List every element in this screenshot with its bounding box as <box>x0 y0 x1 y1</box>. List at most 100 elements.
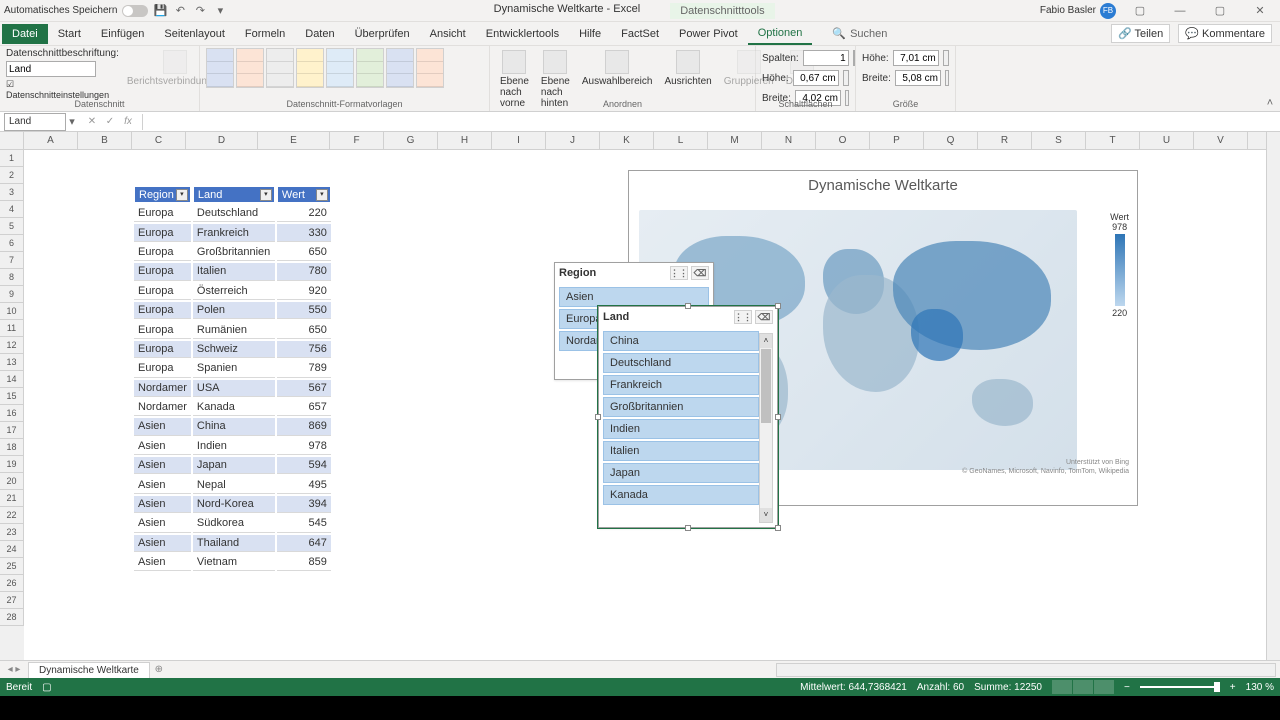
vertical-scrollbar[interactable] <box>1266 132 1280 660</box>
column-header[interactable]: M <box>708 132 762 149</box>
row-header[interactable]: 8 <box>0 269 24 286</box>
table-row[interactable]: EuropaSpanien789 <box>134 360 331 377</box>
table-row[interactable]: AsienChina869 <box>134 418 331 435</box>
user-account[interactable]: Fabio Basler FB <box>1040 3 1116 19</box>
column-header[interactable]: K <box>600 132 654 149</box>
cells-area[interactable]: Region▾ Land▾ Wert▾ EuropaDeutschland220… <box>24 150 1280 660</box>
clear-filter-icon[interactable]: ⌫ <box>691 266 709 280</box>
macro-record-icon[interactable]: ▢ <box>42 682 51 693</box>
tab-help[interactable]: Hilfe <box>569 24 611 44</box>
row-header[interactable]: 11 <box>0 320 24 337</box>
tab-factset[interactable]: FactSet <box>611 24 669 44</box>
slicer-scrollbar[interactable]: ˄ ˅ <box>759 333 773 523</box>
row-header[interactable]: 28 <box>0 609 24 626</box>
table-row[interactable]: EuropaRumänien650 <box>134 321 331 338</box>
toggle-switch[interactable] <box>122 5 148 17</box>
page-layout-view-icon[interactable] <box>1073 680 1093 694</box>
filter-icon[interactable]: ▾ <box>260 189 272 201</box>
table-row[interactable]: EuropaÖsterreich920 <box>134 283 331 300</box>
row-header[interactable]: 23 <box>0 524 24 541</box>
enter-formula-icon[interactable]: ✓ <box>102 114 118 130</box>
table-row[interactable]: EuropaItalien780 <box>134 263 331 280</box>
row-header[interactable]: 22 <box>0 507 24 524</box>
slicer-item[interactable]: China <box>603 331 759 351</box>
table-row[interactable]: AsienJapan594 <box>134 457 331 474</box>
row-header[interactable]: 5 <box>0 218 24 235</box>
tab-view[interactable]: Ansicht <box>420 24 476 44</box>
column-header[interactable]: H <box>438 132 492 149</box>
table-row[interactable]: AsienNepal495 <box>134 476 331 493</box>
column-header[interactable]: U <box>1140 132 1194 149</box>
qat-dropdown-icon[interactable]: ▾ <box>212 3 228 19</box>
tab-file[interactable]: Datei <box>2 24 48 44</box>
redo-icon[interactable]: ↷ <box>192 3 208 19</box>
tab-formulas[interactable]: Formeln <box>235 24 295 44</box>
button-height-input[interactable] <box>793 70 839 86</box>
slicer-item[interactable]: Kanada <box>603 485 759 505</box>
column-header[interactable]: J <box>546 132 600 149</box>
formula-bar[interactable] <box>142 114 1280 130</box>
table-row[interactable]: AsienSüdkorea545 <box>134 515 331 532</box>
page-break-view-icon[interactable] <box>1094 680 1114 694</box>
column-header[interactable]: T <box>1086 132 1140 149</box>
search-box[interactable]: 🔍 Suchen <box>832 27 887 40</box>
column-header[interactable]: P <box>870 132 924 149</box>
worksheet-grid[interactable]: ABCDEFGHIJKLMNOPQRSTUV 12345678910111213… <box>0 132 1280 660</box>
undo-icon[interactable]: ↶ <box>172 3 188 19</box>
spinner[interactable] <box>853 50 855 66</box>
slicer-land[interactable]: Land ⋮⋮ ⌫ ChinaDeutschlandFrankreichGroß… <box>598 306 778 528</box>
column-header[interactable]: L <box>654 132 708 149</box>
row-header[interactable]: 21 <box>0 490 24 507</box>
close-icon[interactable]: ✕ <box>1244 1 1276 21</box>
zoom-in-icon[interactable]: + <box>1230 682 1236 693</box>
table-row[interactable]: EuropaFrankreich330 <box>134 224 331 241</box>
column-header[interactable]: N <box>762 132 816 149</box>
tab-powerpivot[interactable]: Power Pivot <box>669 24 748 44</box>
column-header[interactable]: E <box>258 132 330 149</box>
row-header[interactable]: 4 <box>0 201 24 218</box>
row-header[interactable]: 15 <box>0 388 24 405</box>
tab-developer[interactable]: Entwicklertools <box>476 24 569 44</box>
height-input[interactable] <box>893 50 939 66</box>
select-all-corner[interactable] <box>0 132 24 149</box>
sheet-nav[interactable]: ◂ ▸ <box>0 664 28 675</box>
row-header[interactable]: 24 <box>0 541 24 558</box>
column-header[interactable]: S <box>1032 132 1086 149</box>
share-button[interactable]: 🔗 Teilen <box>1111 24 1170 43</box>
view-buttons[interactable] <box>1052 680 1114 694</box>
ribbon-display-icon[interactable]: ▢ <box>1124 1 1156 21</box>
column-header[interactable]: Q <box>924 132 978 149</box>
tab-review[interactable]: Überprüfen <box>345 24 420 44</box>
add-sheet-icon[interactable]: ⊕ <box>150 664 168 675</box>
column-header[interactable]: D <box>186 132 258 149</box>
column-header[interactable]: B <box>78 132 132 149</box>
th-land[interactable]: Land▾ <box>193 186 275 203</box>
width-input[interactable] <box>895 70 941 86</box>
slicer-item[interactable]: Frankreich <box>603 375 759 395</box>
row-header[interactable]: 9 <box>0 286 24 303</box>
multiselect-icon[interactable]: ⋮⋮ <box>670 266 688 280</box>
spinner[interactable] <box>943 50 949 66</box>
row-header[interactable]: 25 <box>0 558 24 575</box>
row-header[interactable]: 2 <box>0 167 24 184</box>
slicer-item[interactable]: Japan <box>603 463 759 483</box>
sheet-tab[interactable]: Dynamische Weltkarte <box>28 662 150 678</box>
tab-pagelayout[interactable]: Seitenlayout <box>154 24 235 44</box>
column-header[interactable]: A <box>24 132 78 149</box>
spinner[interactable] <box>843 70 849 86</box>
filter-icon[interactable]: ▾ <box>176 189 188 201</box>
table-row[interactable]: AsienVietnam859 <box>134 554 331 571</box>
collapse-ribbon-icon[interactable]: ˄ <box>1260 46 1280 111</box>
tab-data[interactable]: Daten <box>295 24 344 44</box>
column-header[interactable]: I <box>492 132 546 149</box>
table-row[interactable]: EuropaSchweiz756 <box>134 341 331 358</box>
scroll-up-icon[interactable]: ˄ <box>760 334 772 348</box>
row-header[interactable]: 13 <box>0 354 24 371</box>
name-box[interactable]: Land <box>4 113 66 131</box>
autosave-toggle[interactable]: Automatisches Speichern <box>4 5 148 17</box>
table-row[interactable]: AsienThailand647 <box>134 535 331 552</box>
th-wert[interactable]: Wert▾ <box>277 186 331 203</box>
comments-button[interactable]: 💬 Kommentare <box>1178 24 1272 43</box>
columns-input[interactable] <box>803 50 849 66</box>
row-header[interactable]: 27 <box>0 592 24 609</box>
